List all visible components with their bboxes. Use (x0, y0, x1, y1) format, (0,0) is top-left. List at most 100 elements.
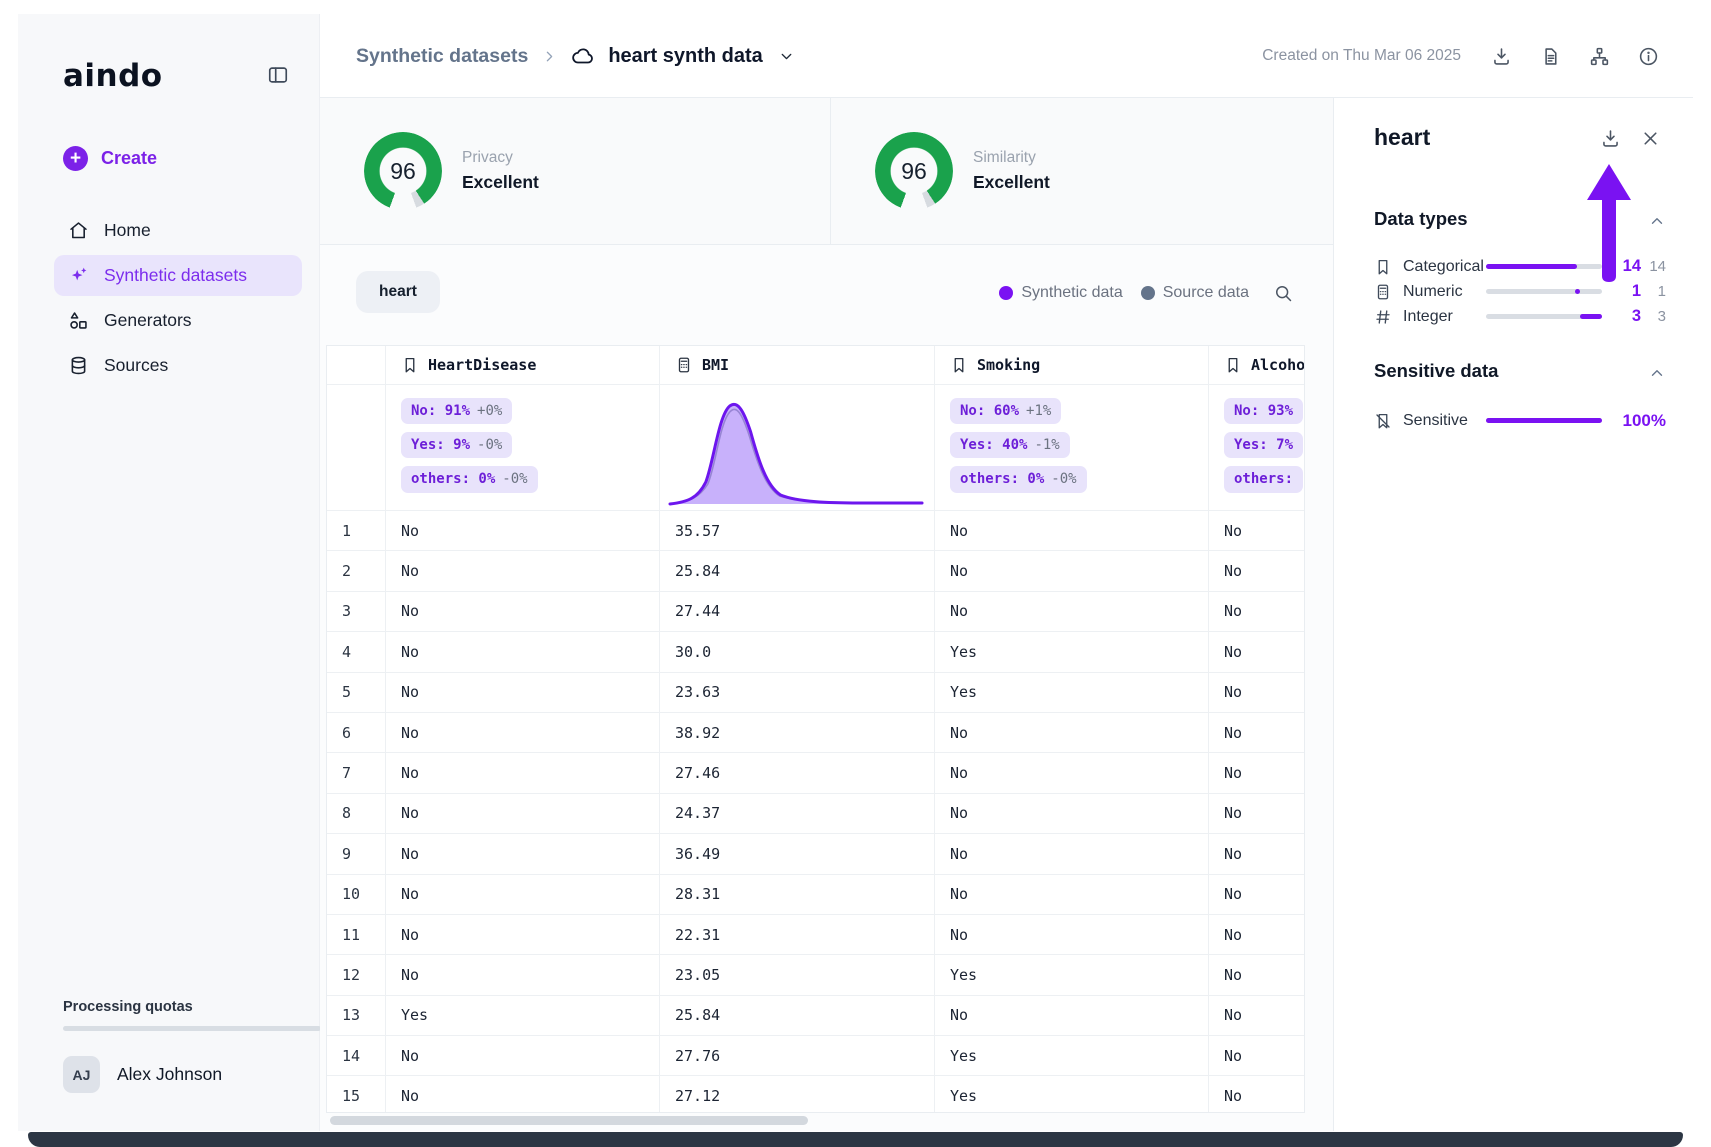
table-row[interactable]: 5No23.63YesNo (327, 673, 1304, 713)
cell-bmi: 27.12 (660, 1076, 935, 1113)
create-label: Create (101, 148, 157, 169)
row-index: 13 (327, 996, 386, 1035)
cell-heartdisease: No (386, 511, 660, 550)
column-header-smoking[interactable]: Smoking (935, 346, 1209, 384)
database-icon (68, 355, 89, 376)
breadcrumb-root-link[interactable]: Synthetic datasets (356, 45, 528, 68)
row-index: 4 (327, 632, 386, 671)
table-row[interactable]: 7No27.46NoNo (327, 753, 1304, 793)
horizontal-scrollbar[interactable] (330, 1116, 808, 1125)
stats-cell-smoking: No: 60%+1%Yes: 40%-1%others: 0%-0% (935, 385, 1209, 510)
bookmark-slash-icon (1374, 412, 1392, 430)
cell-bmi: 27.44 (660, 592, 935, 631)
sidebar-item-sources[interactable]: Sources (54, 345, 302, 386)
cell-heartdisease: No (386, 632, 660, 671)
sidebar-item-home[interactable]: Home (54, 210, 302, 251)
avatar: AJ (63, 1056, 100, 1093)
cell-smoking: No (935, 592, 1209, 631)
cell-smoking: No (935, 996, 1209, 1035)
data-type-label: Categorical (1403, 258, 1484, 276)
table-row[interactable]: 9No36.49NoNo (327, 834, 1304, 874)
home-icon (68, 220, 89, 241)
column-name: BMI (702, 356, 729, 374)
legend-item-synthetic-data: Synthetic data (999, 284, 1122, 302)
table-header-row: HeartDisease BMI Smoking Alcohol (327, 346, 1304, 385)
table-row[interactable]: 2No25.84NoNo (327, 551, 1304, 591)
column-header-heartdisease[interactable]: HeartDisease (386, 346, 660, 384)
sidebar-item-generators[interactable]: Generators (54, 300, 302, 341)
table-row[interactable]: 13Yes25.84NoNo (327, 996, 1304, 1036)
column-header-alcohol[interactable]: Alcohol (1209, 346, 1304, 384)
chevron-right-icon (541, 48, 558, 65)
data-type-bar (1486, 289, 1602, 294)
cell-bmi: 25.84 (660, 996, 935, 1035)
plus-circle-icon: + (63, 146, 88, 171)
cell-alcohol: No (1209, 592, 1304, 631)
chevron-down-icon[interactable] (778, 48, 795, 65)
sensitive-label: Sensitive (1403, 412, 1468, 430)
table-row[interactable]: 12No23.05YesNo (327, 955, 1304, 995)
cell-bmi: 23.05 (660, 955, 935, 994)
table-row[interactable]: 3No27.44NoNo (327, 592, 1304, 632)
create-button[interactable]: + Create (63, 146, 157, 171)
data-type-label: Integer (1403, 308, 1453, 326)
stats-cell-alcohol: No: 93%Yes: 7%others: (1209, 385, 1304, 510)
info-icon[interactable] (1638, 46, 1659, 67)
user-menu[interactable]: AJ Alex Johnson (63, 1056, 222, 1093)
cell-heartdisease: No (386, 794, 660, 833)
table-row[interactable]: 11No22.31NoNo (327, 915, 1304, 955)
privacy-label: Privacy (462, 149, 539, 167)
close-icon[interactable] (1640, 128, 1661, 149)
download-icon[interactable] (1600, 128, 1621, 149)
column-name: Smoking (977, 356, 1040, 374)
header-actions: Created on Thu Mar 06 2025 (1262, 14, 1659, 98)
sidebar-collapse-icon[interactable] (267, 64, 289, 86)
table-row[interactable]: 4No30.0YesNo (327, 632, 1304, 672)
calculator-icon (675, 356, 693, 374)
column-header-bmi[interactable]: BMI (660, 346, 935, 384)
stat-chip: others: 0%-0% (950, 466, 1087, 492)
cell-smoking: Yes (935, 1076, 1209, 1113)
table-section: heart Synthetic dataSource data HeartDis… (320, 245, 1333, 1131)
cell-bmi: 22.31 (660, 915, 935, 954)
download-icon[interactable] (1491, 46, 1512, 67)
cell-heartdisease: No (386, 955, 660, 994)
created-date-text: Created on Thu Mar 06 2025 (1262, 47, 1461, 65)
metrics-row: 96 Privacy Excellent 96 Similarity Excel… (320, 98, 1333, 245)
stats-cell-heartdisease: No: 91%+0%Yes: 9%-0%others: 0%-0% (386, 385, 660, 510)
data-type-bar (1486, 314, 1602, 319)
data-table: HeartDisease BMI Smoking Alcohol No: 91%+0%… (326, 345, 1305, 1113)
row-index: 15 (327, 1076, 386, 1113)
sensitive-data-heading: Sensitive data (1374, 360, 1498, 382)
legend-dot-icon (999, 286, 1013, 300)
table-row[interactable]: 15No27.12YesNo (327, 1076, 1304, 1113)
document-icon[interactable] (1540, 46, 1561, 67)
row-index: 1 (327, 511, 386, 550)
stat-chip: No: 91%+0% (401, 398, 512, 424)
cell-alcohol: No (1209, 713, 1304, 752)
privacy-gauge: 96 (364, 132, 442, 210)
data-types-heading: Data types (1374, 208, 1468, 230)
cloud-icon (571, 44, 595, 68)
cell-heartdisease: No (386, 753, 660, 792)
search-icon[interactable] (1273, 283, 1293, 303)
cell-smoking: No (935, 713, 1209, 752)
legend-label: Source data (1163, 284, 1249, 302)
chevron-up-icon[interactable] (1648, 364, 1666, 382)
shapes-icon (68, 310, 89, 331)
table-row[interactable]: 8No24.37NoNo (327, 794, 1304, 834)
table-row[interactable]: 14No27.76YesNo (327, 1036, 1304, 1076)
cell-bmi: 38.92 (660, 713, 935, 752)
stat-chip: No: 60%+1% (950, 398, 1061, 424)
calculator-icon (1374, 283, 1392, 301)
row-index: 14 (327, 1036, 386, 1075)
sidebar-item-synthetic-datasets[interactable]: Synthetic datasets (54, 255, 302, 296)
stat-chip: No: 93% (1224, 398, 1303, 424)
sitemap-icon[interactable] (1589, 46, 1610, 67)
table-row[interactable]: 1No35.57NoNo (327, 511, 1304, 551)
chevron-up-icon[interactable] (1648, 212, 1666, 230)
table-row[interactable]: 10No28.31NoNo (327, 875, 1304, 915)
cell-bmi: 35.57 (660, 511, 935, 550)
sidebar: aindo + Create HomeSynthetic datasetsGen… (18, 14, 320, 1131)
table-row[interactable]: 6No38.92NoNo (327, 713, 1304, 753)
